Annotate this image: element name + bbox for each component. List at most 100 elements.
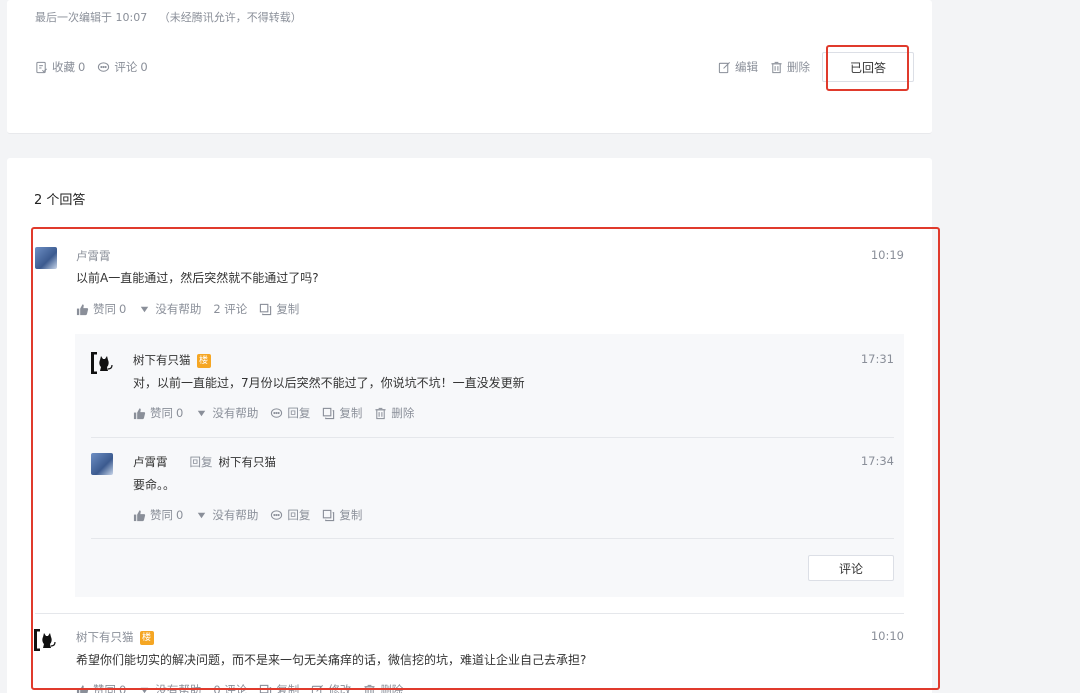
- avatar[interactable]: [35, 247, 57, 269]
- copy-label: 复制: [276, 302, 300, 316]
- last-edited-text: 最后一次编辑于 10:07: [35, 11, 148, 24]
- answer-text: 希望你们能切实的解决问题，而不是来一句无关痛痒的话，微信挖的坑，难道让企业自己去…: [76, 653, 587, 667]
- copy-button[interactable]: 复制: [259, 682, 299, 693]
- comments-count-label: 2 评论: [213, 302, 248, 316]
- like-button[interactable]: 赞同 0: [133, 507, 183, 523]
- comment-actions: 赞同 0 没有帮助 回复 复制: [133, 507, 374, 523]
- unhelpful-button[interactable]: 没有帮助: [195, 405, 258, 421]
- modify-label: 修改: [328, 683, 352, 693]
- like-button[interactable]: 赞同 0: [76, 682, 126, 693]
- like-button[interactable]: 赞同 0: [133, 405, 183, 421]
- reply-word: 回复: [189, 455, 213, 469]
- like-count: 0: [119, 683, 127, 693]
- question-card: 最后一次编辑于 10:07 （未经腾讯允许，不得转载） 收藏 0 评论 0 编辑…: [7, 0, 932, 134]
- comment-text: 要命。。: [133, 478, 176, 492]
- trash-icon: [771, 61, 782, 73]
- delete-button[interactable]: 删除: [770, 59, 810, 75]
- copy-icon: [260, 684, 272, 693]
- copy-label: 复制: [276, 683, 300, 693]
- delete-label: 删除: [787, 60, 810, 74]
- unhelpful-label: 没有帮助: [155, 683, 202, 693]
- comment-author-name: 卢霄霄: [133, 455, 168, 469]
- delete-button[interactable]: 删除: [363, 682, 403, 693]
- copy-button[interactable]: 复制: [322, 507, 362, 523]
- reply-target[interactable]: 树下有只猫: [219, 455, 277, 469]
- unhelpful-label: 没有帮助: [212, 508, 259, 522]
- comments-toggle[interactable]: 0 评论: [213, 682, 247, 693]
- answer-actions: 赞同 0 没有帮助 0 评论 复制 修改 删除: [76, 682, 415, 693]
- unhelpful-label: 没有帮助: [212, 406, 259, 420]
- collect-count: 0: [78, 60, 86, 74]
- bookmark-icon: [36, 61, 47, 73]
- edit-label: 编辑: [735, 60, 758, 74]
- answers-count-title: 2 个回答: [34, 193, 86, 208]
- triangle-down-icon: [141, 306, 149, 312]
- copy-button[interactable]: 复制: [259, 301, 299, 317]
- question-actions-left: 收藏 0 评论 0: [35, 59, 160, 75]
- like-label: 赞同: [93, 302, 116, 316]
- like-count: 0: [176, 508, 184, 522]
- triangle-down-icon: [141, 687, 149, 693]
- unhelpful-button[interactable]: 没有帮助: [195, 507, 258, 523]
- like-label: 赞同: [150, 406, 173, 420]
- edit-button[interactable]: 编辑: [718, 59, 758, 75]
- answer-text: 以前A一直能通过，然后突然就不能通过了吗?: [76, 271, 319, 285]
- edit-icon: [718, 61, 730, 73]
- avatar[interactable]: [91, 453, 113, 475]
- reply-button[interactable]: 回复: [270, 507, 310, 523]
- comment-author[interactable]: 卢霄霄 回复 树下有只猫: [133, 454, 276, 470]
- copyright-notice: （未经腾讯允许，不得转载）: [158, 11, 302, 24]
- trash-icon: [364, 684, 375, 693]
- edit-meta: 最后一次编辑于 10:07 （未经腾讯允许，不得转载）: [35, 9, 302, 25]
- unhelpful-label: 没有帮助: [155, 302, 202, 316]
- comment-divider: [91, 437, 894, 438]
- collect-button[interactable]: 收藏 0: [35, 59, 85, 75]
- op-badge: 楼: [196, 353, 211, 368]
- answer-actions: 赞同 0 没有帮助 2 评论 复制: [76, 301, 311, 317]
- question-comment-button[interactable]: 评论 0: [97, 59, 148, 75]
- add-comment-button[interactable]: 评论: [808, 555, 894, 581]
- comment-icon: [271, 509, 283, 520]
- trash-icon: [375, 407, 386, 419]
- unhelpful-button[interactable]: 没有帮助: [138, 301, 201, 317]
- comment-divider: [91, 538, 894, 539]
- comment-count: 0: [140, 60, 148, 74]
- reply-button[interactable]: 回复: [270, 405, 310, 421]
- comment-icon: [271, 407, 283, 418]
- answer-author[interactable]: 卢霄霄: [76, 248, 111, 264]
- question-actions-right: 编辑 删除 已回答: [718, 52, 932, 82]
- comment-time: 17:34: [860, 454, 894, 468]
- delete-label: 删除: [391, 406, 415, 420]
- unhelpful-button[interactable]: 没有帮助: [138, 682, 201, 693]
- thumbs-up-icon: [133, 407, 146, 419]
- triangle-down-icon: [198, 410, 206, 416]
- copy-icon: [260, 303, 272, 315]
- copy-button[interactable]: 复制: [322, 405, 362, 421]
- comment-author[interactable]: 树下有只猫楼: [133, 352, 211, 368]
- cat-avatar-icon[interactable]: [34, 628, 56, 652]
- answer-author-name: 树下有只猫: [76, 630, 134, 644]
- modify-button[interactable]: 修改: [311, 682, 351, 693]
- answered-button[interactable]: 已回答: [822, 52, 914, 82]
- cat-avatar-icon[interactable]: [91, 351, 113, 375]
- reply-label: 回复: [287, 508, 311, 522]
- copy-label: 复制: [339, 508, 363, 522]
- comment-text: 对，以前一直能过，7月份以后突然不能过了，你说坑不坑！一直没发更新: [133, 376, 525, 390]
- answer-divider: [35, 613, 904, 614]
- like-label: 赞同: [93, 683, 116, 693]
- thumbs-up-icon: [76, 684, 89, 693]
- comments-toggle[interactable]: 2 评论: [213, 301, 247, 317]
- comments-count-label: 0 评论: [213, 683, 248, 693]
- copy-icon: [323, 509, 335, 521]
- answer-author[interactable]: 树下有只猫楼: [76, 629, 154, 645]
- comment-icon: [98, 61, 110, 72]
- like-count: 0: [176, 406, 184, 420]
- thumbs-up-icon: [133, 509, 146, 521]
- like-button[interactable]: 赞同 0: [76, 301, 126, 317]
- delete-button[interactable]: 删除: [374, 405, 414, 421]
- like-label: 赞同: [150, 508, 173, 522]
- comment-time: 17:31: [860, 352, 894, 366]
- copy-label: 复制: [339, 406, 363, 420]
- answer-time: 10:10: [870, 629, 904, 643]
- comments-panel: 树下有只猫楼 17:31 对，以前一直能过，7月份以后突然不能过了，你说坑不坑！…: [75, 334, 904, 597]
